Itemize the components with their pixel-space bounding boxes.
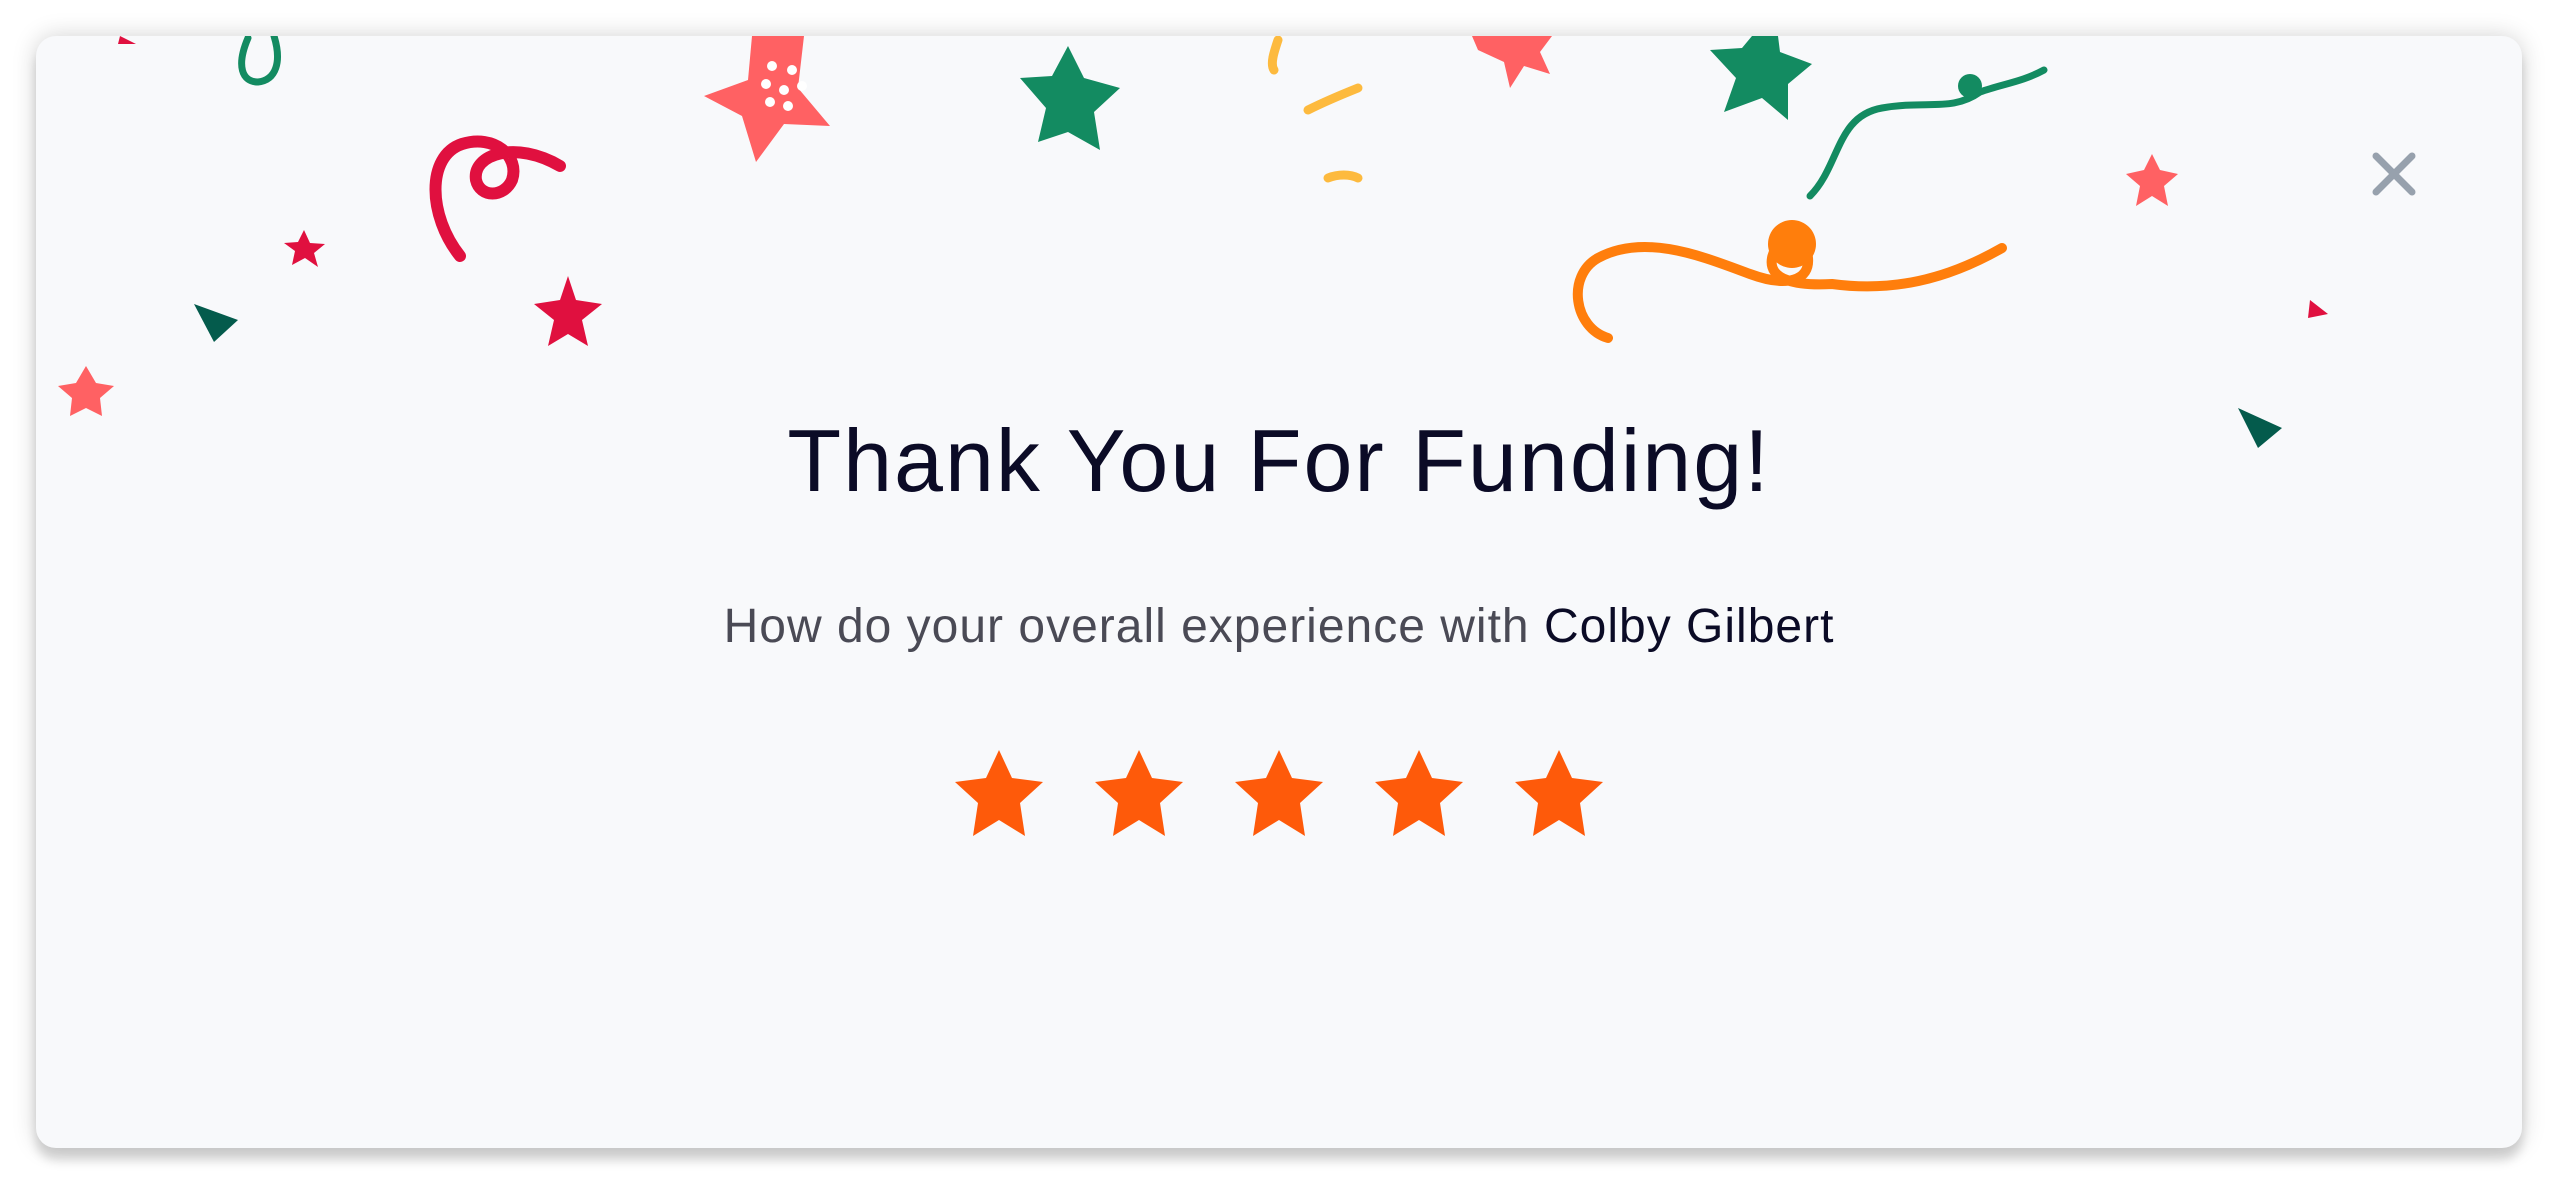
rating-question-text: How do your overall experience with [723, 600, 1530, 653]
star-icon [1235, 750, 1323, 836]
star-icon [1375, 750, 1463, 836]
star-rating-4[interactable] [1369, 746, 1469, 846]
star-icon [955, 750, 1043, 836]
person-name: Colby Gilbert [1543, 600, 1835, 653]
confetti-decoration [58, 36, 2328, 448]
dialog-title: Thank You For Funding! [787, 411, 1771, 510]
rating-question: How do your overall experience with Colb… [36, 596, 2522, 658]
close-icon [2372, 152, 2416, 196]
star-rating-1[interactable] [949, 746, 1049, 846]
star-icon [1515, 750, 1603, 836]
close-button[interactable] [2356, 136, 2432, 212]
star-rating-5[interactable] [1509, 746, 1609, 846]
star-rating-3[interactable] [1229, 746, 1329, 846]
rating-dialog: Thank You For Funding! How do your overa… [36, 36, 2522, 1148]
star-rating-2[interactable] [1089, 746, 1189, 846]
star-rating [36, 746, 2522, 846]
star-icon [1095, 750, 1183, 836]
